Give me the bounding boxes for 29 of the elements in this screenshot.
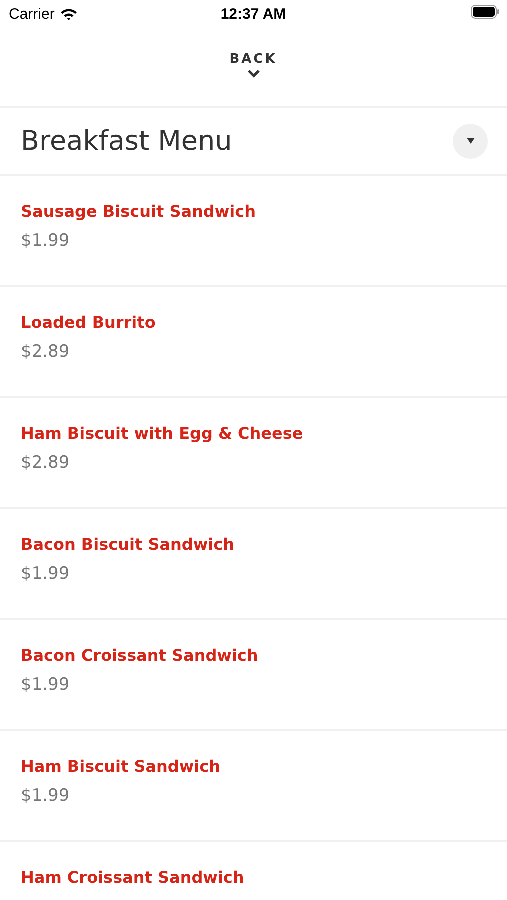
- item-name: Bacon Biscuit Sandwich: [21, 535, 235, 554]
- wifi-icon: [60, 8, 78, 20]
- item-price: $1.99: [21, 786, 70, 806]
- back-button[interactable]: BACK: [230, 52, 278, 78]
- menu-item[interactable]: Bacon Biscuit Sandwich $1.99: [0, 509, 507, 620]
- item-price: $1.99: [21, 231, 70, 251]
- clock-time: 12:37 AM: [220, 6, 286, 22]
- item-name: Ham Biscuit Sandwich: [21, 757, 221, 776]
- menu-item[interactable]: Ham Croissant Sandwich: [0, 842, 507, 900]
- menu-item[interactable]: Sausage Biscuit Sandwich $1.99: [0, 176, 507, 287]
- item-price: $1.99: [21, 675, 70, 695]
- carrier-label: Carrier: [9, 6, 55, 22]
- menu-item[interactable]: Ham Biscuit Sandwich $1.99: [0, 731, 507, 842]
- battery-icon: [471, 5, 500, 19]
- menu-item[interactable]: Ham Biscuit with Egg & Cheese $2.89: [0, 398, 507, 509]
- item-name: Bacon Croissant Sandwich: [21, 646, 258, 665]
- menu-title: Breakfast Menu: [21, 126, 232, 156]
- caret-icon: [466, 138, 474, 144]
- dropdown-button[interactable]: [453, 124, 488, 158]
- item-price: $2.89: [21, 453, 70, 473]
- chevron-down-icon: [246, 69, 260, 78]
- menu-item[interactable]: Loaded Burrito $2.89: [0, 287, 507, 398]
- item-price: $2.89: [21, 342, 70, 362]
- item-name: Sausage Biscuit Sandwich: [21, 202, 256, 221]
- item-price: $1.99: [21, 564, 70, 584]
- item-name: Loaded Burrito: [21, 313, 156, 332]
- menu-item[interactable]: Bacon Croissant Sandwich $1.99: [0, 620, 507, 731]
- item-name: Ham Croissant Sandwich: [21, 868, 244, 887]
- item-name: Ham Biscuit with Egg & Cheese: [21, 424, 304, 443]
